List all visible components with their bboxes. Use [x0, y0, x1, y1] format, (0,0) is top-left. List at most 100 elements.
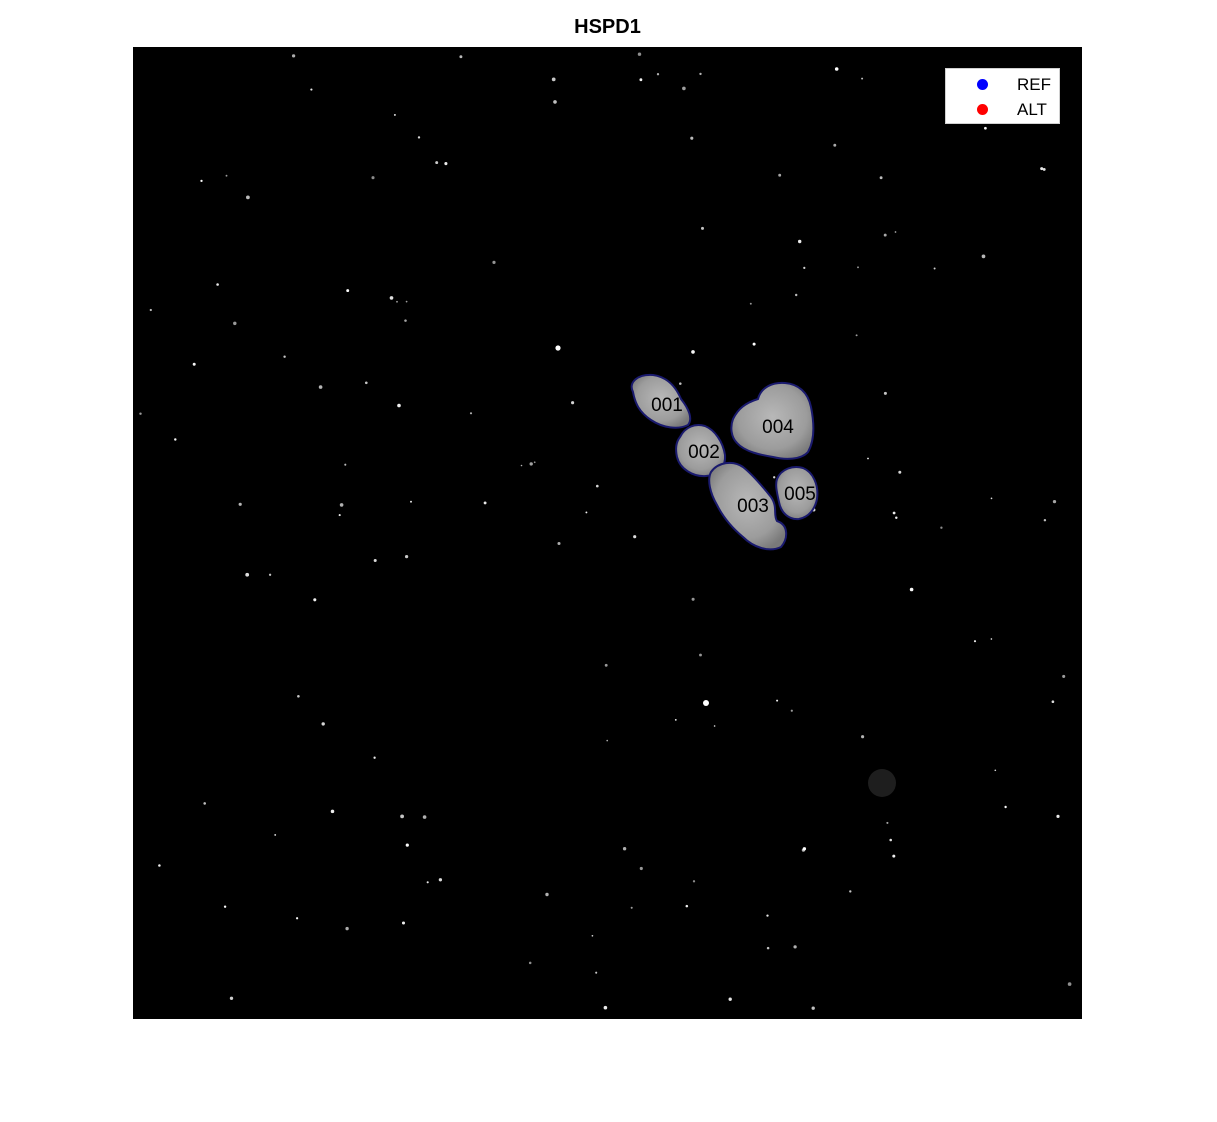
speckle: [318, 385, 323, 389]
speckle: [833, 143, 837, 147]
microscopy-image: 001 002 003 004 005: [133, 47, 1082, 1019]
speckle: [766, 946, 770, 950]
speckle: [604, 663, 608, 667]
speckle: [364, 381, 368, 385]
cell-label-2: 002: [688, 442, 720, 463]
speckle: [246, 195, 250, 200]
speckle: [867, 457, 869, 460]
speckle: [797, 239, 802, 244]
speckle: [861, 735, 865, 739]
speckle: [637, 52, 642, 56]
speckle: [793, 945, 797, 949]
speckle: [528, 961, 532, 965]
speckle: [639, 78, 643, 82]
speckle: [321, 722, 325, 726]
speckle: [551, 77, 556, 82]
speckle: [691, 597, 695, 601]
speckle: [776, 699, 779, 702]
speckle: [1040, 167, 1044, 171]
speckle: [291, 54, 296, 58]
speckle: [591, 934, 594, 937]
faint-blob: [868, 769, 896, 797]
speckle: [699, 653, 702, 657]
speckle: [345, 926, 349, 931]
speckle: [1052, 499, 1057, 504]
speckle: [861, 77, 864, 80]
speckle: [701, 226, 704, 230]
speckle: [553, 100, 557, 104]
speckle: [338, 514, 341, 517]
cell-label-5: 005: [784, 484, 816, 505]
speckle: [233, 321, 237, 326]
legend-item-ref: REF: [946, 72, 1061, 96]
legend-label-alt: ALT: [1017, 100, 1047, 119]
speckle: [426, 881, 429, 884]
speckle: [1056, 814, 1060, 818]
speckle: [313, 598, 317, 602]
speckle: [417, 136, 421, 139]
speckle: [633, 535, 637, 539]
speckle: [595, 484, 599, 488]
speckle: [438, 878, 443, 882]
speckle: [940, 526, 943, 529]
speckle: [310, 88, 313, 91]
speckle: [393, 113, 396, 116]
speckle: [389, 296, 394, 300]
bright-speckle: [703, 700, 709, 706]
speckle: [469, 412, 473, 415]
speckle: [492, 260, 496, 264]
speckle: [674, 719, 677, 721]
speckle: [699, 72, 702, 76]
speckle: [557, 541, 561, 546]
speckle: [1043, 518, 1047, 522]
speckle: [405, 843, 409, 847]
speckle: [444, 162, 448, 166]
speckle: [339, 503, 344, 507]
speckle: [849, 890, 852, 893]
speckle: [295, 917, 299, 920]
speckle: [283, 355, 286, 358]
alt-marker-icon: [977, 104, 988, 115]
speckle: [545, 892, 549, 897]
speckle: [909, 587, 914, 592]
speckle: [898, 470, 902, 474]
speckle: [679, 382, 682, 385]
speckle: [656, 73, 660, 76]
speckle: [994, 769, 997, 772]
speckle: [533, 461, 536, 464]
speckle: [752, 342, 756, 346]
speckle: [373, 756, 376, 759]
cell-label-4: 004: [762, 417, 794, 438]
speckle: [778, 173, 782, 177]
speckle: [794, 293, 798, 297]
speckle: [682, 86, 686, 91]
speckle: [894, 231, 897, 233]
speckle: [422, 815, 427, 819]
bright-speckle: [555, 345, 561, 351]
speckle: [834, 67, 839, 71]
speckle: [405, 555, 409, 559]
speckle: [404, 319, 407, 322]
speckle: [933, 267, 936, 270]
speckle: [571, 401, 575, 405]
speckle: [883, 391, 887, 395]
speckle: [895, 516, 898, 519]
speckle: [192, 362, 196, 366]
speckle: [606, 739, 609, 742]
speckle: [297, 694, 300, 698]
speckle: [216, 283, 219, 286]
speckle: [990, 638, 993, 640]
speckle: [483, 501, 487, 505]
figure-title: HSPD1: [574, 16, 641, 38]
image-canvas: 001 002 003 004 005: [139, 52, 1072, 1010]
speckle: [400, 814, 404, 819]
speckle: [889, 838, 892, 842]
speckle: [622, 847, 627, 851]
speckle: [149, 308, 152, 312]
speckle: [1067, 982, 1072, 986]
speckle: [883, 233, 887, 237]
speckle: [790, 709, 793, 712]
speckle: [158, 864, 161, 867]
speckle: [344, 463, 347, 466]
speckle: [892, 511, 896, 515]
